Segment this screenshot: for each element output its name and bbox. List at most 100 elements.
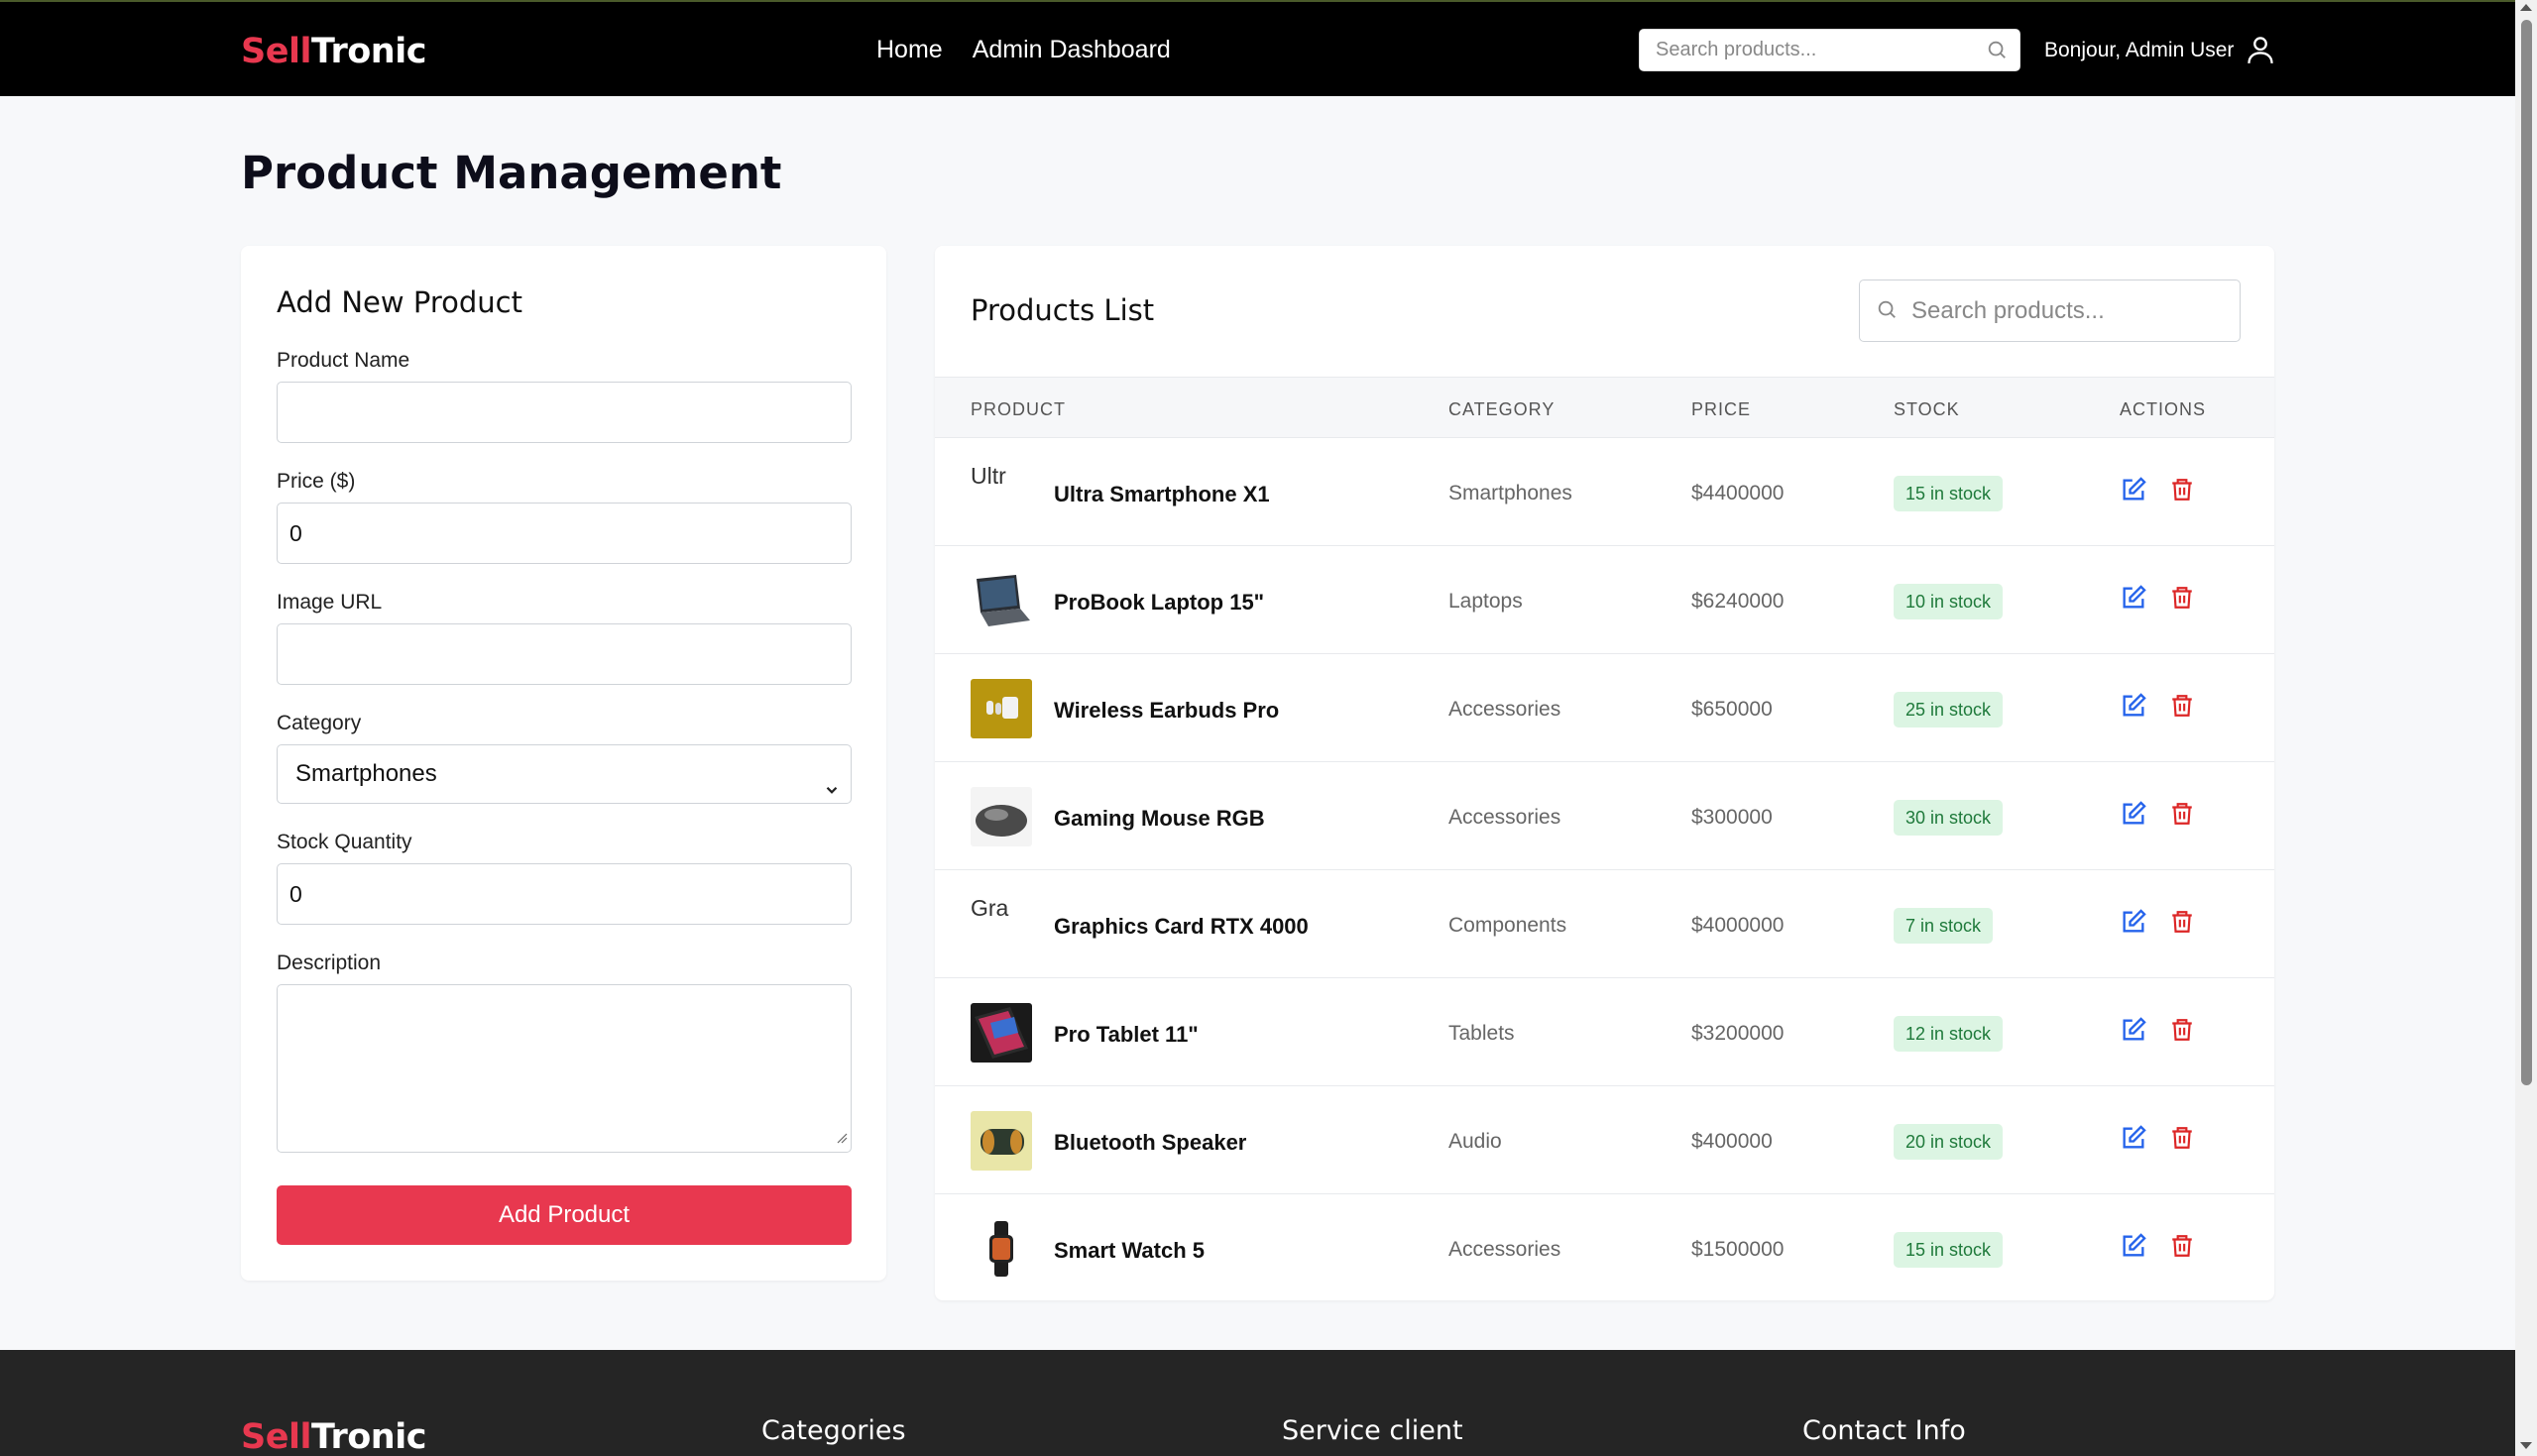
- edit-icon[interactable]: [2120, 692, 2147, 725]
- product-category: Components: [1448, 914, 1567, 937]
- user-icon[interactable]: [2247, 35, 2274, 69]
- image-url-input[interactable]: [277, 623, 852, 685]
- product-image-mouse: [971, 787, 1032, 846]
- edit-icon[interactable]: [2120, 1016, 2147, 1049]
- category-label: Category: [277, 712, 362, 734]
- product-price: $650000: [1691, 698, 1773, 721]
- trash-icon[interactable]: [2169, 584, 2195, 616]
- page-title: Product Management: [241, 147, 782, 199]
- products-list-card: Products List PRODUCT CATEGORY PRICE STO…: [935, 246, 2274, 1300]
- table-row[interactable]: Pro Tablet 11" Tablets $3200000 12 in st…: [935, 978, 2274, 1086]
- search-icon: [1876, 298, 1898, 325]
- resize-grip-icon[interactable]: [836, 1131, 848, 1149]
- nav-links: Home Admin Dashboard: [876, 36, 1171, 64]
- product-name: Pro Tablet 11": [1054, 1022, 1199, 1047]
- price-label: Price ($): [277, 470, 356, 493]
- edit-icon[interactable]: [2120, 908, 2147, 941]
- products-search-input[interactable]: [1911, 280, 2229, 341]
- add-product-button[interactable]: Add Product: [277, 1185, 852, 1245]
- stock-badge: 15 in stock: [1894, 476, 2004, 511]
- product-category: Accessories: [1448, 806, 1561, 829]
- product-price: $4000000: [1691, 914, 1785, 937]
- product-image-broken: Gra: [971, 895, 1009, 921]
- edit-icon[interactable]: [2120, 1124, 2147, 1157]
- trash-icon[interactable]: [2169, 1016, 2195, 1049]
- footer-brand-logo[interactable]: SellTronic: [241, 1417, 426, 1456]
- product-name-input[interactable]: [277, 382, 852, 443]
- table-row[interactable]: Gra Graphics Card RTX 4000 Components $4…: [935, 870, 2274, 978]
- footer-heading-service-client: Service client: [1282, 1415, 1463, 1446]
- table-row[interactable]: Ultr Ultra Smartphone X1 Smartphones $44…: [935, 438, 2274, 546]
- product-name-label: Product Name: [277, 349, 410, 372]
- stock-badge: 7 in stock: [1894, 908, 1994, 944]
- stock-badge: 30 in stock: [1894, 800, 2004, 836]
- table-row[interactable]: Gaming Mouse RGB Accessories $300000 30 …: [935, 762, 2274, 870]
- trash-icon[interactable]: [2169, 692, 2195, 725]
- search-icon[interactable]: [1986, 39, 2008, 65]
- trash-icon[interactable]: [2169, 800, 2195, 833]
- column-header-stock[interactable]: STOCK: [1894, 399, 1960, 420]
- product-image-laptop: [971, 571, 1032, 630]
- product-name: Gaming Mouse RGB: [1054, 806, 1265, 831]
- scroll-down-arrow-icon[interactable]: [2520, 1442, 2532, 1449]
- stock-badge: 25 in stock: [1894, 692, 2004, 728]
- product-category: Laptops: [1448, 590, 1523, 613]
- trash-icon[interactable]: [2169, 476, 2195, 508]
- add-product-form: Add New Product Product Name Price ($) I…: [241, 246, 886, 1281]
- image-url-label: Image URL: [277, 591, 383, 614]
- products-search-box: [1859, 280, 2241, 342]
- scroll-up-arrow-icon[interactable]: [2520, 4, 2532, 11]
- column-header-product[interactable]: PRODUCT: [971, 399, 1066, 420]
- product-category: Tablets: [1448, 1022, 1515, 1045]
- product-category: Accessories: [1448, 698, 1561, 721]
- product-category: Smartphones: [1448, 482, 1572, 504]
- nav-search-input[interactable]: [1640, 30, 1957, 70]
- column-header-actions: ACTIONS: [2120, 399, 2207, 419]
- product-category: Audio: [1448, 1130, 1502, 1153]
- product-name: Wireless Earbuds Pro: [1054, 698, 1280, 723]
- trash-icon[interactable]: [2169, 1124, 2195, 1157]
- brand-logo[interactable]: SellTronic: [241, 32, 426, 71]
- edit-icon[interactable]: [2120, 1232, 2147, 1265]
- nav-link-admin-dashboard[interactable]: Admin Dashboard: [973, 36, 1171, 64]
- footer: SellTronic Categories Service client Con…: [0, 1350, 2515, 1456]
- stock-quantity-label: Stock Quantity: [277, 831, 412, 853]
- product-image-speaker: [971, 1111, 1032, 1171]
- page-scrollbar-thumb[interactable]: [2521, 20, 2532, 1085]
- stock-badge: 15 in stock: [1894, 1232, 2004, 1268]
- products-list-title: Products List: [971, 293, 1155, 327]
- column-header-category[interactable]: CATEGORY: [1448, 399, 1555, 420]
- product-image-watch: [971, 1219, 1032, 1279]
- edit-icon[interactable]: [2120, 800, 2147, 833]
- edit-icon[interactable]: [2120, 476, 2147, 508]
- table-row[interactable]: Wireless Earbuds Pro Accessories $650000…: [935, 654, 2274, 762]
- description-textarea[interactable]: [277, 984, 852, 1153]
- stock-badge: 12 in stock: [1894, 1016, 2004, 1052]
- trash-icon[interactable]: [2169, 908, 2195, 941]
- brand-logo-part2: Tronic: [310, 32, 427, 71]
- product-image-tablet: [971, 1003, 1032, 1063]
- description-label: Description: [277, 952, 382, 974]
- stock-quantity-input[interactable]: [277, 863, 852, 925]
- column-header-price[interactable]: PRICE: [1691, 399, 1751, 420]
- table-row[interactable]: Bluetooth Speaker Audio $400000 20 in st…: [935, 1086, 2274, 1194]
- form-title: Add New Product: [277, 285, 522, 319]
- product-name: Ultra Smartphone X1: [1054, 482, 1270, 506]
- trash-icon[interactable]: [2169, 1232, 2195, 1265]
- product-price: $4400000: [1691, 482, 1785, 504]
- product-name: Graphics Card RTX 4000: [1054, 914, 1309, 939]
- category-select[interactable]: Smartphones: [277, 744, 852, 804]
- product-name: ProBook Laptop 15": [1054, 590, 1265, 615]
- category-select-value: Smartphones: [295, 760, 437, 787]
- edit-icon[interactable]: [2120, 584, 2147, 616]
- table-row[interactable]: ProBook Laptop 15" Laptops $6240000 10 i…: [935, 546, 2274, 654]
- table-row[interactable]: Smart Watch 5 Accessories $1500000 15 in…: [935, 1194, 2274, 1302]
- chevron-down-icon: [823, 763, 841, 821]
- product-price: $1500000: [1691, 1238, 1785, 1261]
- footer-logo-part1: Sell: [241, 1417, 311, 1456]
- top-navbar: SellTronic Home Admin Dashboard Bonjour,…: [0, 0, 2515, 96]
- product-price: $400000: [1691, 1130, 1773, 1153]
- price-input[interactable]: [277, 503, 852, 564]
- nav-link-home[interactable]: Home: [876, 36, 943, 64]
- product-name: Smart Watch 5: [1054, 1238, 1206, 1263]
